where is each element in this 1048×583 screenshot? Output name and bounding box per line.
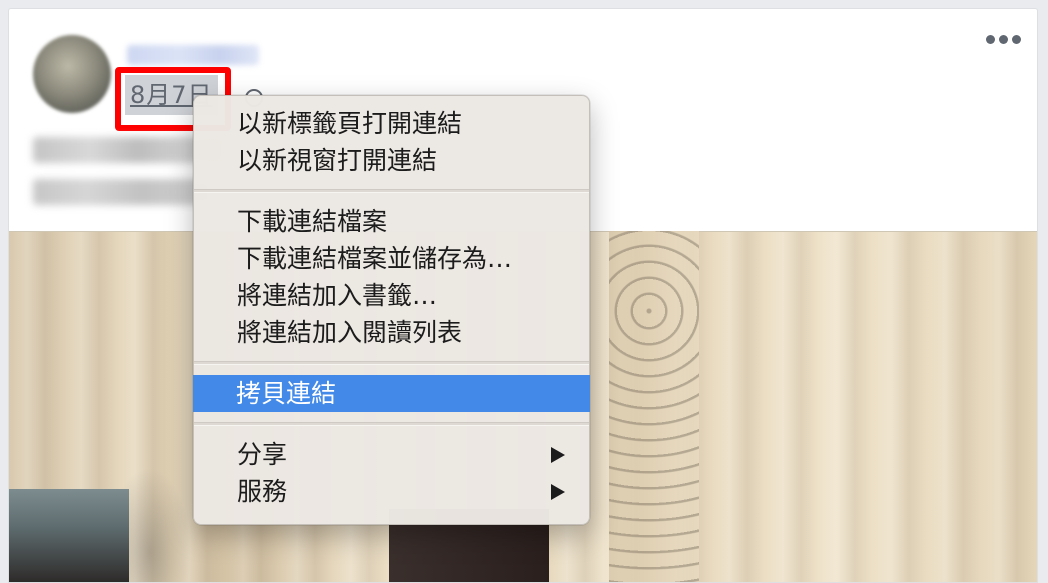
menu-item-label: 以新視窗打開連結 <box>237 146 438 175</box>
context-menu: 以新標籤頁打開連結 以新視窗打開連結 下載連結檔案下載連結檔案並儲存為… 將連結加入書… <box>193 95 590 525</box>
menu-item-label: 下載連結檔案 <box>237 207 388 236</box>
menu-item-label: 下載連結檔案並儲存為… <box>237 244 513 273</box>
menu-item[interactable]: 以新標籤頁打開連結 <box>194 105 589 142</box>
photo-region <box>609 231 699 582</box>
menu-item[interactable]: 將連結加入閱讀列表 <box>194 314 589 351</box>
author-name[interactable] <box>127 45 259 65</box>
menu-item[interactable]: 下載連結檔案並儲存為… <box>194 240 589 277</box>
menu-item-label: 以新標籤頁打開連結 <box>237 109 463 138</box>
post-text-line <box>33 179 213 205</box>
menu-item-label: 將連結加入閱讀列表 <box>237 318 463 347</box>
menu-separator <box>194 189 589 193</box>
avatar[interactable] <box>33 35 111 113</box>
menu-item-label: 分享 <box>237 440 288 469</box>
menu-item-label: 服務 <box>237 477 288 506</box>
menu-item[interactable]: 下載連結檔案 <box>194 203 589 240</box>
menu-separator <box>194 422 589 426</box>
chevron-right-icon <box>551 484 565 500</box>
photo-region <box>9 489 129 582</box>
menu-item[interactable]: 將連結加入書籤… <box>194 277 589 314</box>
menu-item[interactable]: 拷貝連結 <box>193 375 590 412</box>
menu-item[interactable]: 以新視窗打開連結 <box>194 142 589 179</box>
menu-item[interactable]: 分享 <box>194 436 589 473</box>
menu-separator <box>194 361 589 365</box>
more-horizontal-icon <box>986 35 995 44</box>
menu-item-label: 將連結加入書籤… <box>237 281 438 310</box>
menu-item-label: 拷貝連結 <box>236 379 337 408</box>
menu-item[interactable]: 服務 <box>194 473 589 510</box>
chevron-right-icon <box>551 447 565 463</box>
more-options-button[interactable] <box>986 35 1021 44</box>
